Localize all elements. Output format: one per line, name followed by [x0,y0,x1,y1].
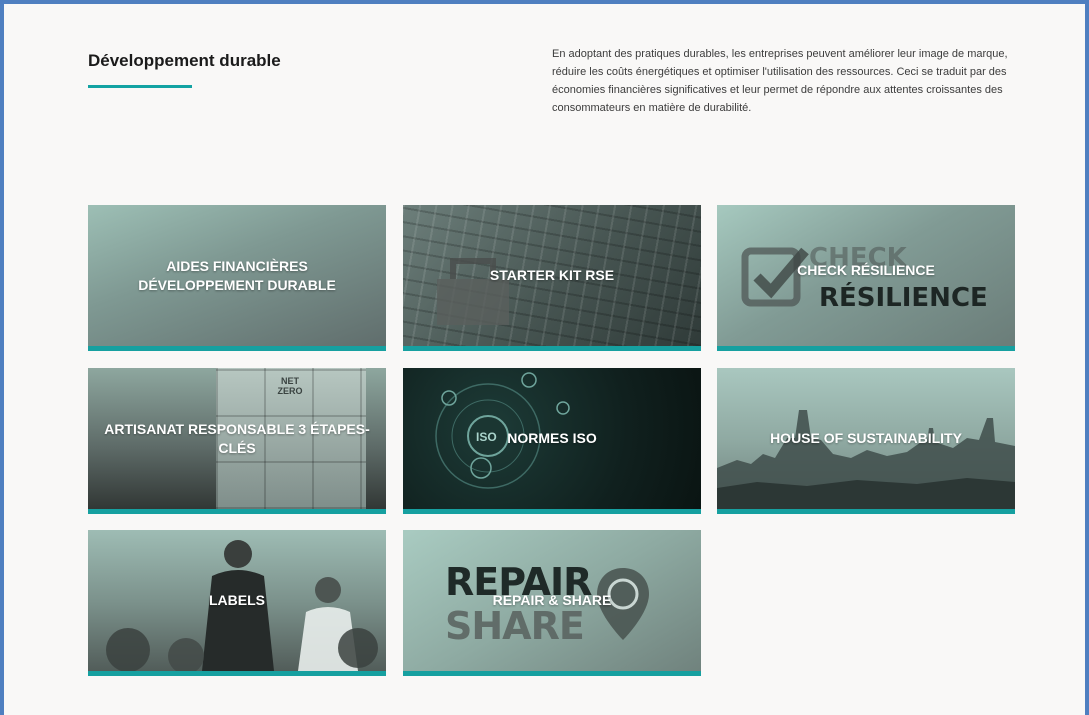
card-repair-share[interactable]: REPAIR SHARE REPAIR & SHARE [403,530,701,676]
section-title: Développement durable [88,51,281,70]
card-starter-kit-rse[interactable]: STARTER KIT RSE [403,205,701,351]
card-label: AIDES FINANCIÈRES DÉVELOPPEMENT DURABLE [138,257,336,293]
card-accent-bar [88,509,386,514]
card-label: ARTISANAT RESPONSABLE 3 ÉTAPES-CLÉS [104,420,370,456]
card-house-of-sustainability[interactable]: HOUSE OF SUSTAINABILITY [717,368,1015,514]
card-label: NORMES ISO [507,430,597,446]
card-label: LABELS [209,592,265,608]
card-accent-bar [403,671,701,676]
card-accent-bar [403,346,701,351]
card-accent-bar [717,509,1015,514]
card-labels[interactable]: LABELS [88,530,386,676]
card-artisanat-responsable[interactable]: NET ZERO ARTISANAT RESPONSABLE 3 ÉTAPES-… [88,368,386,514]
card-accent-bar [88,346,386,351]
card-accent-bar [403,509,701,514]
card-accent-bar [717,346,1015,351]
card-normes-iso[interactable]: ISO NORMES ISO [403,368,701,514]
card-label: CHECK RÉSILIENCE [797,262,935,278]
card-label: REPAIR & SHARE [492,592,612,608]
section-intro: En adoptant des pratiques durables, les … [552,48,1008,114]
card-accent-bar [88,671,386,676]
card-label: HOUSE OF SUSTAINABILITY [770,430,962,446]
card-aides-financieres[interactable]: AIDES FINANCIÈRES DÉVELOPPEMENT DURABLE [88,205,386,351]
card-check-resilience[interactable]: CHECK RÉSILIENCE CHECK RÉSILIENCE [717,205,1015,351]
page-frame: Développement durable En adoptant des pr… [0,0,1089,715]
card-label: STARTER KIT RSE [489,267,615,283]
title-underline [88,85,192,88]
